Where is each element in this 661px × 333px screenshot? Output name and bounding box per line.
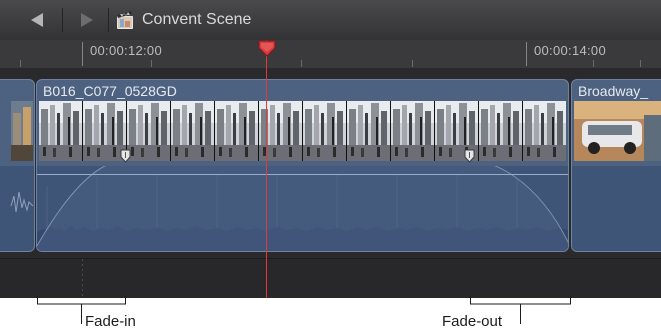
back-arrow-icon	[31, 13, 43, 27]
fade-out-handle[interactable]	[464, 149, 475, 163]
playhead-line[interactable]	[266, 40, 267, 298]
clip-audio-area	[572, 166, 661, 251]
clip-thumbnails	[39, 101, 566, 161]
ruler-major-tick	[526, 42, 527, 66]
toolbar-divider	[62, 8, 63, 32]
timecode-ruler[interactable]: 00:00:12:00 00:00:14:00	[0, 40, 661, 69]
ruler-timecode: 00:00:12:00	[90, 43, 162, 58]
ruler-major-tick	[82, 42, 83, 66]
guide-lines	[82, 259, 83, 298]
project-title: Convent Scene	[142, 11, 252, 28]
playhead-icon[interactable]	[258, 40, 276, 57]
clip-filmstrip	[11, 101, 33, 161]
back-button[interactable]	[20, 8, 54, 32]
clip-main[interactable]: B016_C077_0528GD	[36, 79, 569, 252]
timeline-empty-area	[0, 258, 661, 298]
clip-thumbnail	[11, 101, 33, 161]
fade-in-callout: Fade-in	[85, 313, 136, 330]
forward-arrow-icon	[81, 13, 93, 27]
toolbar-divider	[108, 8, 109, 32]
fade-out-callout: Fade-out	[442, 313, 503, 330]
clip-filmstrip	[39, 101, 566, 161]
fade-in-handle[interactable]	[120, 149, 131, 163]
primary-storyline: B016_C077_0528GD Broadway_	[0, 68, 661, 258]
clip-next[interactable]: Broadway_	[571, 79, 661, 252]
project-clapper-icon	[117, 11, 133, 29]
clip-previous[interactable]	[0, 79, 35, 252]
audio-waveform	[10, 191, 34, 213]
forward-button[interactable]	[70, 8, 104, 32]
clip-name: B016_C077_0528GD	[43, 83, 177, 99]
timeline-panel: Convent Scene 00:00:12:00 00:00:14:00 B0…	[0, 0, 661, 298]
audio-waveform	[37, 159, 568, 251]
clip-thumbnail	[574, 101, 661, 161]
clip-filmstrip	[574, 101, 661, 161]
timeline-toolbar: Convent Scene	[0, 0, 661, 41]
ruler-timecode: 00:00:14:00	[534, 43, 606, 58]
clip-name: Broadway_	[578, 83, 649, 99]
clip-audio-area	[37, 159, 568, 251]
clip-audio-waveform	[0, 166, 34, 251]
